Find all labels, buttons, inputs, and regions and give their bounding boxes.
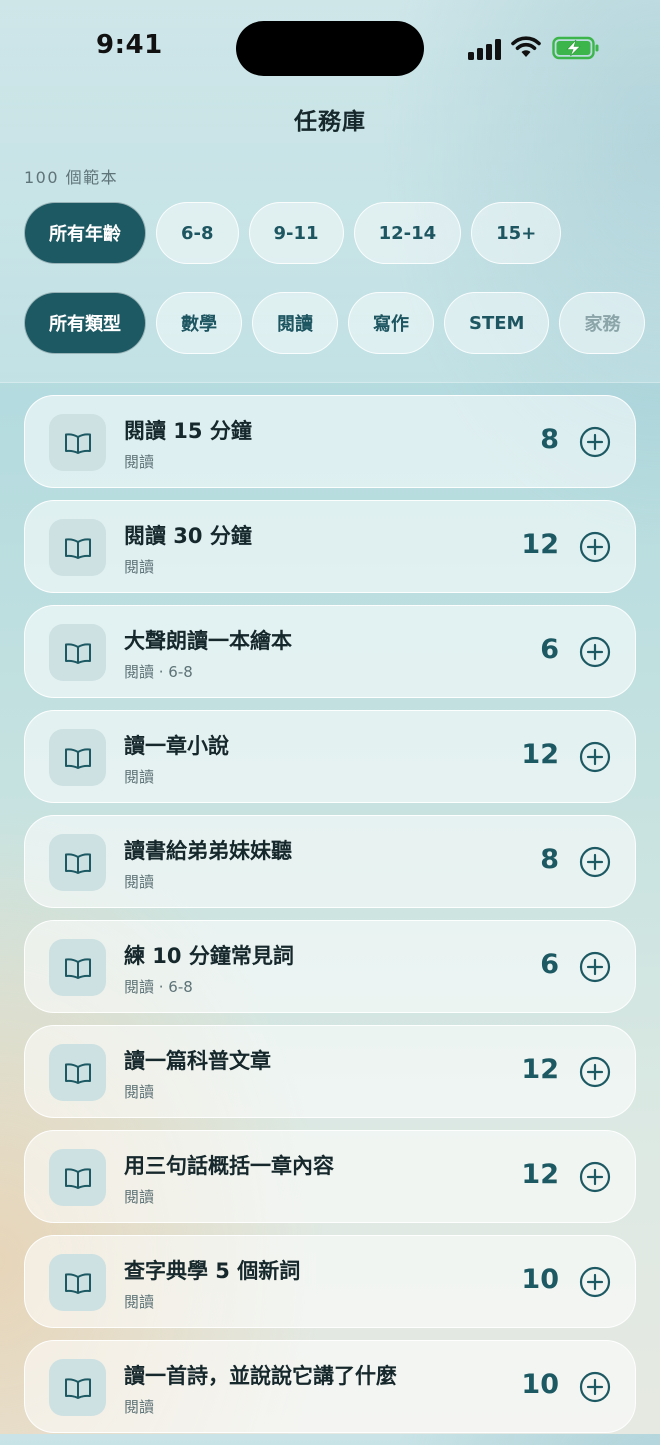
filter-type-chores[interactable]: 家務 bbox=[559, 292, 646, 354]
task-points: 12 bbox=[521, 529, 559, 560]
book-icon bbox=[49, 624, 106, 681]
filter-type-stem[interactable]: STEM bbox=[444, 292, 550, 354]
task-title: 讀一首詩，並說說它講了什麼 bbox=[124, 1364, 397, 1388]
book-icon bbox=[49, 729, 106, 786]
book-icon bbox=[49, 1359, 106, 1416]
template-count: 100 個範本 bbox=[24, 168, 119, 187]
task-category: 閱讀 bbox=[124, 1398, 155, 1416]
book-icon bbox=[49, 519, 106, 576]
task-title: 讀書給弟弟妹妹聽 bbox=[124, 839, 292, 863]
task-points: 10 bbox=[521, 1264, 559, 1295]
add-task-button[interactable] bbox=[579, 1266, 611, 1298]
filter-age-15-plus[interactable]: 15+ bbox=[471, 202, 562, 264]
filter-type-writing[interactable]: 寫作 bbox=[348, 292, 434, 354]
task-title: 閱讀 30 分鐘 bbox=[124, 524, 252, 548]
filter-type-math[interactable]: 數學 bbox=[156, 292, 242, 354]
task-card[interactable]: 讀一首詩，並說說它講了什麼 閱讀 10 bbox=[24, 1340, 636, 1433]
book-icon bbox=[49, 1044, 106, 1101]
task-points: 8 bbox=[540, 424, 559, 455]
task-title: 讀一章小說 bbox=[124, 734, 229, 758]
add-task-button[interactable] bbox=[579, 741, 611, 773]
add-task-button[interactable] bbox=[579, 1056, 611, 1088]
add-task-button[interactable] bbox=[579, 426, 611, 458]
task-category: 閱讀 · 6-8 bbox=[124, 663, 193, 681]
wifi-icon bbox=[511, 36, 541, 57]
task-category: 閱讀 bbox=[124, 873, 155, 891]
task-card[interactable]: 練 10 分鐘常見詞 閱讀 · 6-8 6 bbox=[24, 920, 636, 1013]
filter-age-9-11[interactable]: 9-11 bbox=[248, 202, 344, 264]
add-task-button[interactable] bbox=[579, 636, 611, 668]
task-card[interactable]: 查字典學 5 個新詞 閱讀 10 bbox=[24, 1235, 636, 1328]
task-list: 閱讀 15 分鐘 閱讀 8 閱讀 30 分鐘 閱讀 12 大聲朗讀一本繪本 閱讀… bbox=[24, 395, 636, 1445]
task-points: 10 bbox=[521, 1369, 559, 1400]
book-icon bbox=[49, 1254, 106, 1311]
cellular-signal-icon bbox=[468, 38, 502, 60]
page-title: 任務庫 bbox=[294, 109, 366, 135]
task-card[interactable]: 閱讀 15 分鐘 閱讀 8 bbox=[24, 395, 636, 488]
add-task-button[interactable] bbox=[579, 1371, 611, 1403]
task-category: 閱讀 bbox=[124, 558, 155, 576]
filter-age-12-14[interactable]: 12-14 bbox=[353, 202, 462, 264]
filter-type-reading[interactable]: 閱讀 bbox=[252, 292, 338, 354]
filter-age-all[interactable]: 所有年齡 bbox=[24, 202, 146, 264]
task-title: 用三句話概括一章內容 bbox=[124, 1154, 334, 1178]
task-title: 閱讀 15 分鐘 bbox=[124, 419, 252, 443]
book-icon bbox=[49, 414, 106, 471]
task-card[interactable]: 大聲朗讀一本繪本 閱讀 · 6-8 6 bbox=[24, 605, 636, 698]
task-card[interactable]: 閱讀 30 分鐘 閱讀 12 bbox=[24, 500, 636, 593]
task-category: 閱讀 bbox=[124, 1083, 155, 1101]
task-category: 閱讀 bbox=[124, 1293, 155, 1311]
task-title: 查字典學 5 個新詞 bbox=[124, 1259, 301, 1283]
task-points: 6 bbox=[540, 949, 559, 980]
dynamic-island bbox=[236, 21, 424, 76]
battery-charging-icon bbox=[552, 36, 599, 60]
filter-age-6-8[interactable]: 6-8 bbox=[156, 202, 239, 264]
task-points: 8 bbox=[540, 844, 559, 875]
task-title: 讀一篇科普文章 bbox=[124, 1049, 271, 1073]
task-title: 練 10 分鐘常見詞 bbox=[124, 944, 294, 968]
task-category: 閱讀 bbox=[124, 453, 155, 471]
book-icon bbox=[49, 939, 106, 996]
task-card[interactable]: 讀一章小說 閱讀 12 bbox=[24, 710, 636, 803]
add-task-button[interactable] bbox=[579, 846, 611, 878]
task-category: 閱讀 bbox=[124, 1188, 155, 1206]
task-category: 閱讀 bbox=[124, 768, 155, 786]
task-card[interactable]: 讀一篇科普文章 閱讀 12 bbox=[24, 1025, 636, 1118]
book-icon bbox=[49, 834, 106, 891]
task-category: 閱讀 · 6-8 bbox=[124, 978, 193, 996]
task-card[interactable]: 讀書給弟弟妹妹聽 閱讀 8 bbox=[24, 815, 636, 908]
add-task-button[interactable] bbox=[579, 1161, 611, 1193]
add-task-button[interactable] bbox=[579, 531, 611, 563]
task-points: 6 bbox=[540, 634, 559, 665]
task-card[interactable]: 用三句話概括一章內容 閱讀 12 bbox=[24, 1130, 636, 1223]
book-icon bbox=[49, 1149, 106, 1206]
task-points: 12 bbox=[521, 1159, 559, 1190]
add-task-button[interactable] bbox=[579, 951, 611, 983]
task-points: 12 bbox=[521, 739, 559, 770]
task-title: 大聲朗讀一本繪本 bbox=[124, 629, 292, 653]
type-filter-row[interactable]: 所有類型 數學 閱讀 寫作 STEM 家務 bbox=[24, 292, 660, 358]
task-points: 12 bbox=[521, 1054, 559, 1085]
age-filter-row: 所有年齡 6-8 9-11 12-14 15+ bbox=[24, 202, 562, 268]
filter-type-all[interactable]: 所有類型 bbox=[24, 292, 146, 354]
status-time: 9:41 bbox=[96, 30, 163, 60]
